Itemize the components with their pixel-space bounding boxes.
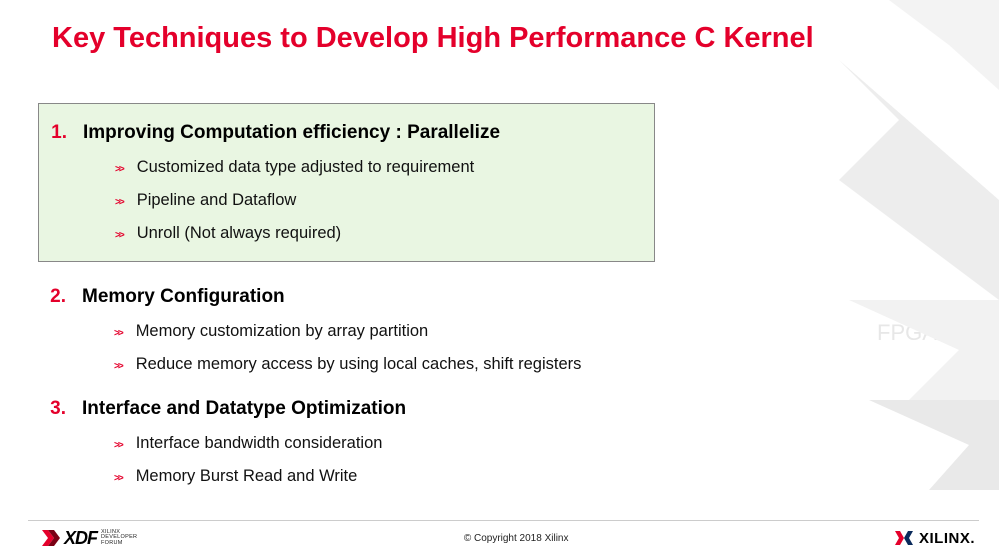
bullet-text: Memory Burst Read and Write	[136, 467, 358, 486]
bullet-text: Pipeline and Dataflow	[137, 191, 297, 210]
section-1: 1. Improving Computation efficiency : Pa…	[38, 103, 655, 262]
slide-title: Key Techniques to Develop High Performan…	[0, 0, 999, 55]
xdf-logo: XDF XILINX DEVELOPER FORUM	[42, 528, 137, 549]
footer-divider	[28, 520, 979, 521]
xdf-sub-line: FORUM	[101, 541, 137, 547]
xdf-subtitle: XILINX DEVELOPER FORUM	[101, 530, 137, 547]
double-chevron-icon: >>	[115, 197, 123, 208]
double-chevron-icon: >>	[114, 473, 122, 484]
bullet-text: Interface bandwidth consideration	[136, 434, 383, 453]
content-area: 1. Improving Computation efficiency : Pa…	[0, 55, 999, 486]
xilinx-mark-icon	[895, 531, 913, 545]
double-chevron-icon: >>	[114, 328, 122, 339]
section-number: 3.	[38, 398, 82, 420]
double-chevron-icon: >>	[114, 361, 122, 372]
xilinx-text: XILINX.	[919, 530, 975, 547]
bullet-item: >> Pipeline and Dataflow	[39, 191, 642, 210]
bullet-text: Memory customization by array partition	[136, 322, 429, 341]
bullet-item: >> Customized data type adjusted to requ…	[39, 158, 642, 177]
double-chevron-icon: >>	[114, 440, 122, 451]
bullet-item: >> Interface bandwidth consideration	[38, 434, 678, 453]
footer: XDF XILINX DEVELOPER FORUM © Copyright 2…	[0, 524, 999, 560]
bullet-text: Customized data type adjusted to require…	[137, 158, 475, 177]
xdf-text: XDF	[64, 528, 97, 549]
section-heading: Improving Computation efficiency : Paral…	[83, 122, 500, 144]
bullet-item: >> Memory Burst Read and Write	[38, 467, 678, 486]
bullet-text: Unroll (Not always required)	[137, 224, 342, 243]
section-number: 1.	[39, 122, 83, 144]
section-number: 2.	[38, 286, 82, 308]
section-2: 2. Memory Configuration >> Memory custom…	[38, 286, 678, 374]
section-heading: Interface and Datatype Optimization	[82, 398, 406, 420]
bullet-item: >> Reduce memory access by using local c…	[38, 355, 678, 374]
bullet-text: Reduce memory access by using local cach…	[136, 355, 582, 374]
xdf-chevron-icon	[42, 530, 60, 546]
bullet-item: >> Memory customization by array partiti…	[38, 322, 678, 341]
double-chevron-icon: >>	[115, 230, 123, 241]
xilinx-logo: XILINX.	[895, 530, 975, 547]
copyright-text: © Copyright 2018 Xilinx	[464, 533, 569, 544]
double-chevron-icon: >>	[115, 164, 123, 175]
bullet-item: >> Unroll (Not always required)	[39, 224, 642, 243]
section-heading: Memory Configuration	[82, 286, 285, 308]
section-3: 3. Interface and Datatype Optimization >…	[38, 398, 678, 486]
